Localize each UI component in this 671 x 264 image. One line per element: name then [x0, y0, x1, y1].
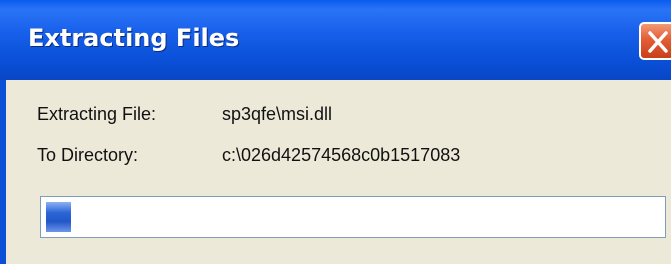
- to-directory-value: c:\026d42574568c0b1517083: [222, 145, 461, 165]
- close-button[interactable]: [639, 22, 671, 60]
- to-directory-label: To Directory:: [37, 145, 139, 165]
- extracting-file-label: Extracting File:: [37, 104, 157, 124]
- window-title: Extracting Files: [28, 24, 240, 52]
- title-bar[interactable]: Extracting Files: [0, 0, 671, 80]
- extraction-progress-bar: [40, 196, 666, 238]
- progress-fill: [46, 202, 71, 232]
- dialog-body: Extracting File: sp3qfe\msi.dll To Direc…: [6, 80, 671, 264]
- close-icon: [648, 31, 668, 53]
- extract-dialog: Extracting Files Extracting File: sp3qfe…: [0, 0, 671, 264]
- extracting-file-value: sp3qfe\msi.dll: [222, 104, 333, 124]
